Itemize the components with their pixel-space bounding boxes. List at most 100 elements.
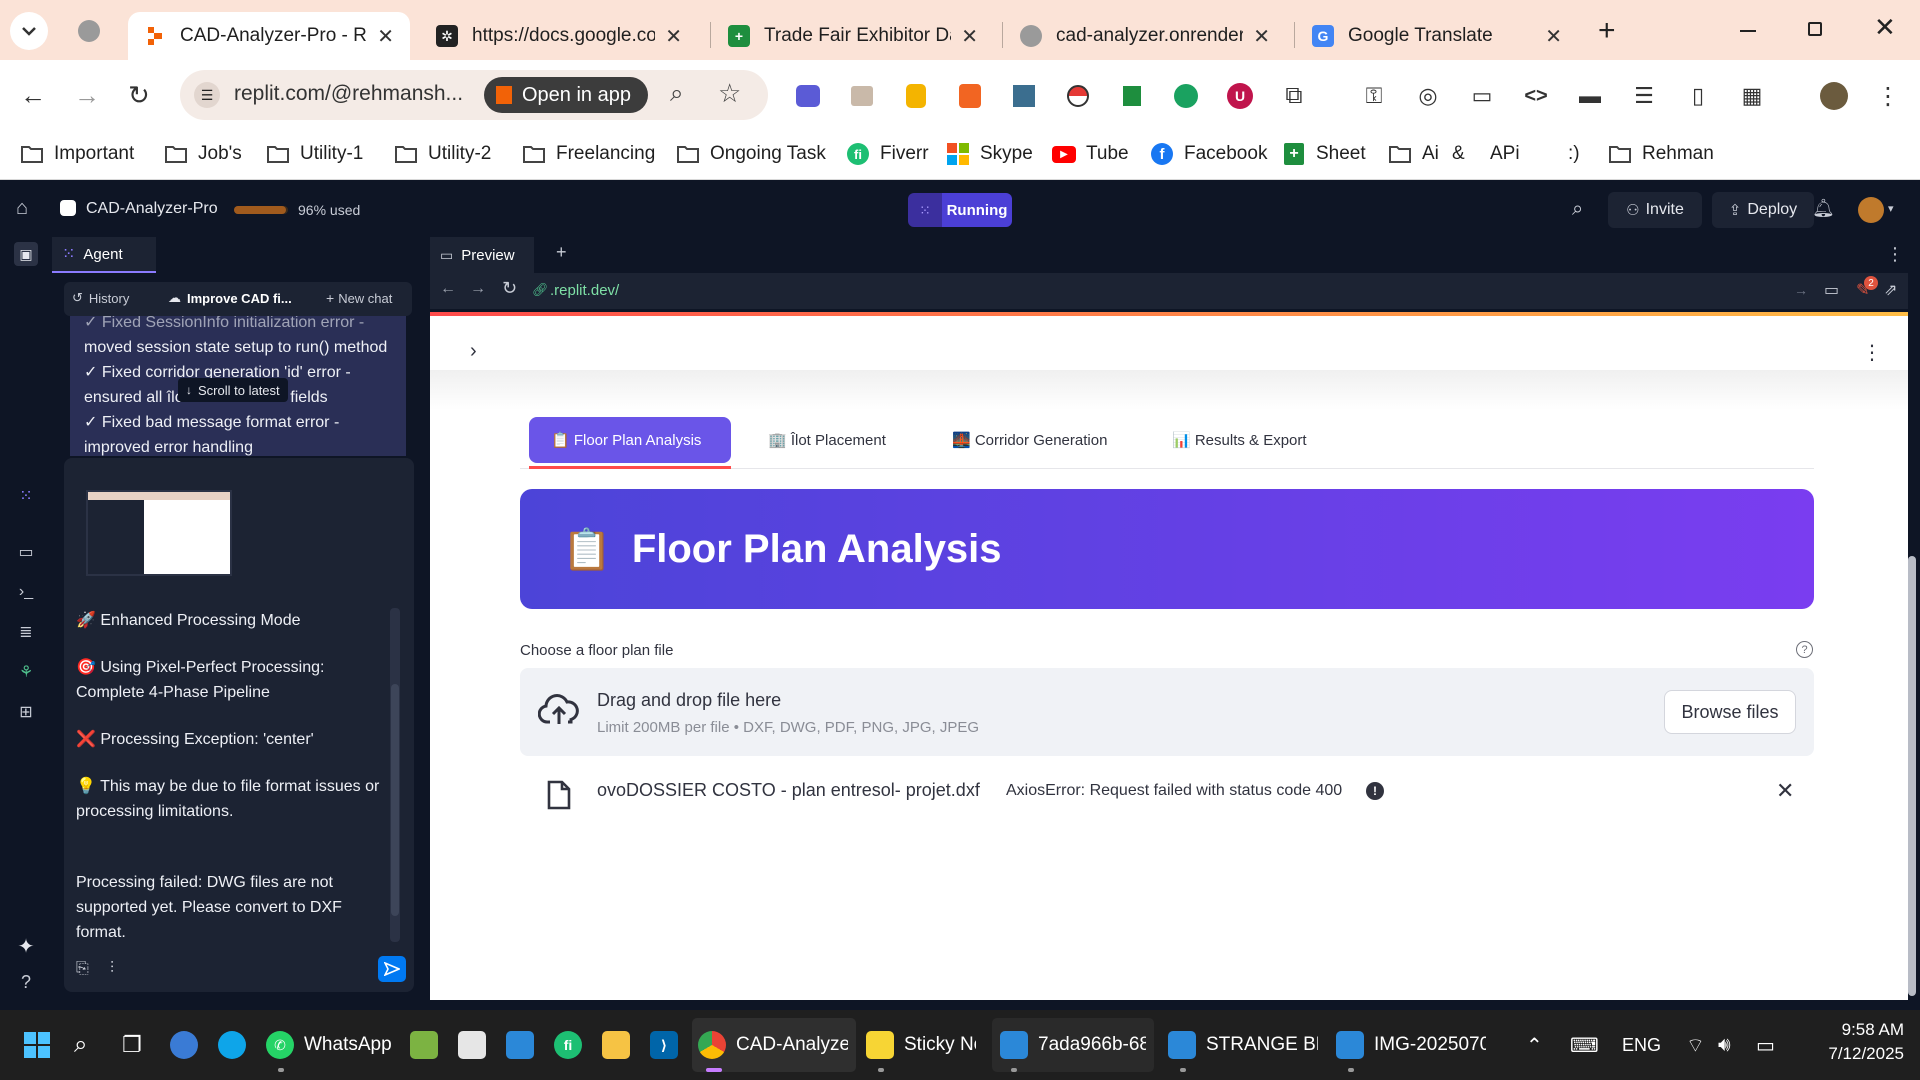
taskbar-whatsapp[interactable]: ✆ WhatsApp xyxy=(266,1024,392,1066)
tab-trade-fair[interactable]: + Trade Fair Exhibitor Data ✕ xyxy=(712,12,994,60)
profile-avatar[interactable] xyxy=(1820,82,1848,110)
attach-icon[interactable]: ⎘ xyxy=(76,960,89,978)
devices-icon[interactable]: ▭ xyxy=(1824,280,1839,300)
clock-date[interactable]: 7/12/2025 xyxy=(1808,1044,1904,1064)
remove-file-icon[interactable]: ✕ xyxy=(1776,778,1794,804)
zoom-icon[interactable]: ⌕ xyxy=(670,80,683,108)
bookmark-tube[interactable]: ▶ Tube xyxy=(1052,137,1129,171)
taskbar-photo-1[interactable]: 7ada966b-68 xyxy=(1000,1024,1146,1066)
sparkle-icon[interactable]: ✦ xyxy=(14,934,38,958)
forward-icon[interactable]: → xyxy=(470,280,486,298)
invite-button[interactable]: ⚇ Invite xyxy=(1608,192,1702,228)
tab-preview[interactable]: ▭ Preview xyxy=(430,237,534,273)
fiverr-icon[interactable]: fi xyxy=(554,1024,592,1066)
code-icon[interactable]: <> xyxy=(1522,82,1550,110)
user-avatar[interactable] xyxy=(1858,197,1884,223)
taskbar-sticky-notes[interactable]: Sticky Notes xyxy=(866,1024,976,1066)
keyboard-icon[interactable]: ⌨ xyxy=(1570,1024,1599,1066)
apps-grid-icon[interactable]: ⊞ xyxy=(14,700,38,724)
add-pane-button[interactable]: + xyxy=(556,242,567,263)
extension-icon-1[interactable] xyxy=(794,82,822,110)
volume-icon[interactable]: 🔊︎ xyxy=(1718,1024,1731,1066)
bookmark-api[interactable]: APi xyxy=(1490,137,1520,171)
deployments-icon[interactable]: ⚘ xyxy=(14,660,38,684)
card-icon[interactable]: ▬ xyxy=(1576,82,1604,110)
bookmark-ampersand[interactable]: & xyxy=(1452,137,1465,171)
bookmark-folder[interactable]: Important xyxy=(20,137,134,171)
taskbar-photo-3[interactable]: IMG-2025070 xyxy=(1336,1024,1486,1066)
ublock-icon[interactable]: U xyxy=(1226,82,1254,110)
site-info-icon[interactable]: ☰ xyxy=(194,82,220,108)
tab-cad-analyzer[interactable]: CAD-Analyzer-Pro - Replit ✕ xyxy=(128,12,410,60)
notepad-icon[interactable] xyxy=(410,1024,448,1066)
language-indicator[interactable]: ENG xyxy=(1622,1024,1661,1066)
menu-icon[interactable]: ⋮ xyxy=(1874,82,1902,110)
copilot-icon[interactable] xyxy=(170,1024,208,1066)
close-icon[interactable]: ✕ xyxy=(377,24,394,49)
bookmark-fiverr[interactable]: fi Fiverr xyxy=(846,137,929,171)
extension-icon-5[interactable] xyxy=(1010,82,1038,110)
bookmark-folder[interactable]: Rehman xyxy=(1608,137,1714,171)
sidebar-expand-icon[interactable]: › xyxy=(470,340,477,363)
task-view-icon[interactable]: ❐ xyxy=(122,1024,142,1066)
clock-time[interactable]: 9:58 AM xyxy=(1828,1020,1904,1040)
scroll-to-latest-button[interactable]: ↓ Scroll to latest xyxy=(178,378,288,402)
wifi-icon[interactable]: ⌔ xyxy=(1686,1024,1705,1066)
files-icon[interactable]: ▣ xyxy=(14,242,38,266)
vscode-icon[interactable]: ⟩ xyxy=(650,1024,688,1066)
history-button[interactable]: ↺ History xyxy=(72,290,129,306)
edge-icon[interactable] xyxy=(218,1024,256,1066)
bookmark-folder[interactable]: Ongoing Task xyxy=(676,137,826,171)
scrollbar-thumb[interactable] xyxy=(391,684,399,916)
search-icon[interactable]: ⌕ xyxy=(74,1024,87,1066)
extension-icon-3[interactable] xyxy=(902,82,930,110)
taskbar-photo-2[interactable]: STRANGE BEH xyxy=(1168,1024,1318,1066)
bookmark-sheet[interactable]: + Sheet xyxy=(1282,137,1366,171)
back-icon[interactable]: ← xyxy=(20,80,46,111)
app-menu-icon[interactable]: ⋮ xyxy=(1862,340,1882,365)
chevron-up-icon[interactable]: ⌃ xyxy=(1526,1024,1543,1066)
forward-icon[interactable]: → xyxy=(74,80,100,111)
bookmark-folder[interactable]: Job's xyxy=(164,137,242,171)
battery-icon[interactable]: ▭ xyxy=(1756,1024,1775,1066)
screenshot-thumbnail[interactable] xyxy=(86,490,232,576)
reading-icon[interactable]: ▯ xyxy=(1684,82,1712,110)
key-icon[interactable]: ⚿ xyxy=(1360,82,1388,110)
current-chat-button[interactable]: ☁ Improve CAD fi... xyxy=(168,290,292,306)
agent-icon[interactable]: ⁙ xyxy=(14,484,38,508)
bookmark-folder[interactable]: Utility-1 xyxy=(266,137,363,171)
list-icon[interactable]: ☰ xyxy=(1630,82,1658,110)
sidepanel-icon[interactable]: ▦ xyxy=(1738,82,1766,110)
open-arrow-icon[interactable]: → xyxy=(1794,282,1808,298)
bookmark-folder[interactable]: Freelancing xyxy=(522,137,655,171)
database-icon[interactable]: ≣ xyxy=(14,620,38,644)
new-chat-button[interactable]: + New chat xyxy=(326,290,392,306)
tab-agent[interactable]: ⁙ Agent xyxy=(52,237,156,273)
preview-icon[interactable]: ▭ xyxy=(14,540,38,564)
run-status-button[interactable]: ⁙ Running xyxy=(908,193,1012,227)
restore-icon[interactable] xyxy=(1808,22,1822,36)
chevron-down-icon[interactable]: ▾ xyxy=(1888,202,1894,215)
close-icon[interactable]: ✕ xyxy=(961,24,978,49)
tab-results-export[interactable]: 📊 Results & Export xyxy=(1150,417,1340,463)
close-window-icon[interactable]: ✕ xyxy=(1874,12,1896,43)
help-icon[interactable]: ? xyxy=(1796,641,1813,658)
settings-sliders-icon[interactable]: ⫶ xyxy=(110,960,114,978)
deploy-button[interactable]: ⇪ Deploy xyxy=(1712,192,1814,228)
extension-icon-4[interactable] xyxy=(956,82,984,110)
folder-icon[interactable] xyxy=(602,1024,640,1066)
shell-icon[interactable]: ›_ xyxy=(14,580,38,604)
preview-url[interactable]: .replit.dev/ xyxy=(550,282,619,299)
minimize-icon[interactable] xyxy=(1740,30,1756,32)
taskbar-chrome[interactable]: CAD-Analyzer xyxy=(698,1024,848,1066)
send-button[interactable] xyxy=(378,956,406,982)
bookmark-star-icon[interactable]: ☆ xyxy=(718,78,741,109)
bookmark-folder[interactable]: Utility-2 xyxy=(394,137,491,171)
start-button[interactable] xyxy=(24,1024,50,1066)
tab-corridor-generation[interactable]: 🌉 Corridor Generation xyxy=(930,417,1140,463)
tab-google-docs[interactable]: ✲ https://docs.google.com ✕ xyxy=(420,12,698,60)
back-icon[interactable]: ← xyxy=(440,280,456,298)
bookmark-folder[interactable]: Ai xyxy=(1388,137,1439,171)
tab-list-button[interactable] xyxy=(10,12,48,50)
bookmark-facebook[interactable]: f Facebook xyxy=(1150,137,1267,171)
